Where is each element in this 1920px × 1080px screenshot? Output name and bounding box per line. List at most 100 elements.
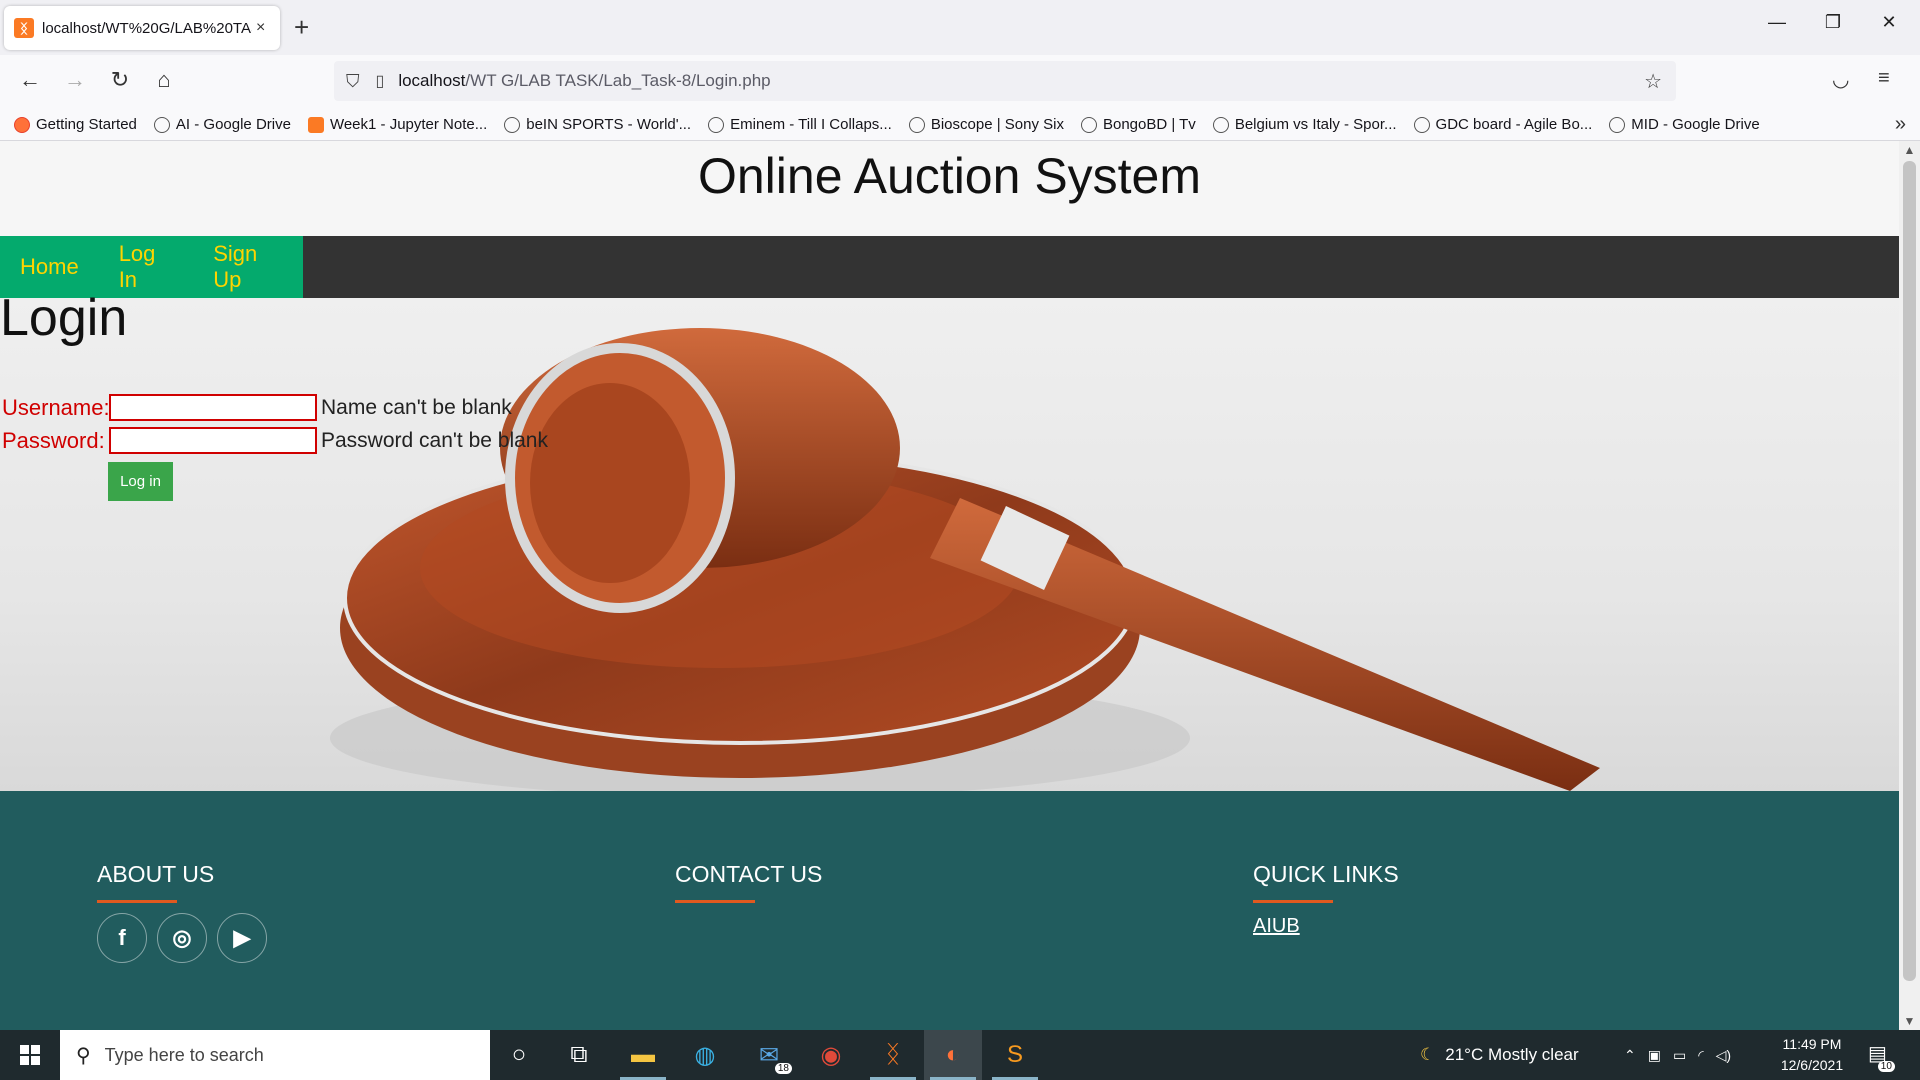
notification-icon[interactable]: ▤ 10 (1868, 1041, 1895, 1072)
close-tab-icon[interactable]: × (256, 19, 265, 37)
bookmark-item[interactable]: Belgium vs Italy - Spor... (1212, 116, 1397, 133)
forward-arrow-icon[interactable]: → (60, 67, 90, 93)
clock-date: 12/6/2021 (1780, 1057, 1844, 1073)
volume-icon[interactable]: ◁) (1716, 1047, 1731, 1064)
bookmarks-overflow-icon[interactable]: » (1895, 113, 1906, 136)
page-scrollbar[interactable]: ▲ ▼ (1899, 141, 1920, 1030)
close-window-button[interactable]: ✕ (1866, 12, 1912, 33)
globe-icon (1080, 116, 1097, 133)
minimize-button[interactable]: — (1754, 12, 1800, 33)
browser-tab[interactable]: ᛝ localhost/WT%20G/LAB%20TASK/Lab_Task-8… (4, 6, 280, 50)
footer-contact: CONTACT US (675, 861, 822, 903)
xampp-icon: ᛝ (14, 18, 34, 38)
footer-about: ABOUT US f ◎ ▶ (97, 861, 277, 963)
xampp-icon (307, 116, 324, 133)
social-links: f ◎ ▶ (97, 913, 277, 963)
menu-login-link[interactable]: Log In (119, 241, 174, 293)
gavel-background-image (0, 298, 1899, 791)
sublime-text-icon[interactable]: S (986, 1030, 1044, 1080)
menu-signup-link[interactable]: Sign Up (213, 241, 283, 293)
scroll-up-icon[interactable]: ▲ (1899, 143, 1920, 157)
menu-hamburger-icon[interactable]: ≡ (1878, 67, 1890, 90)
chrome-icon[interactable]: ◉ (802, 1030, 860, 1080)
scroll-down-icon[interactable]: ▼ (1899, 1014, 1920, 1028)
meet-now-icon[interactable]: ▣ (1648, 1047, 1661, 1064)
wifi-icon[interactable]: ◜ (1698, 1047, 1703, 1064)
tray-icons: ⌃ ▣ ▭ ◜ ◁) (1624, 1030, 1731, 1080)
task-view-icon[interactable]: ⧉ (550, 1030, 608, 1080)
url-text[interactable]: localhost/WT G/LAB TASK/Lab_Task-8/Login… (398, 71, 770, 91)
facebook-icon[interactable]: f (97, 913, 147, 963)
search-icon: ⚲ (76, 1044, 91, 1067)
notification-badge: 10 (1877, 1061, 1895, 1072)
xampp-icon[interactable]: ᛝ (864, 1030, 922, 1080)
windows-taskbar: ⚲ Type here to search ○ ⧉ ▬ ◍ ✉ 18 ◉ ᛝ ◐ … (0, 1030, 1920, 1080)
cortana-icon[interactable]: ○ (490, 1030, 548, 1080)
instagram-icon[interactable]: ◎ (157, 913, 207, 963)
reload-icon[interactable]: ↻ (105, 67, 135, 93)
bookmark-item[interactable]: BongoBD | Tv (1080, 116, 1196, 133)
accent-line (97, 900, 177, 903)
restore-button[interactable]: ❐ (1810, 12, 1856, 33)
globe-icon (1212, 116, 1229, 133)
username-error: Name can't be blank (321, 395, 512, 419)
globe-icon (1413, 116, 1430, 133)
pocket-icon[interactable]: ◡ (1832, 67, 1849, 92)
bookmark-item[interactable]: MID - Google Drive (1609, 116, 1760, 133)
quick-links-heading: QUICK LINKS (1253, 861, 1399, 887)
globe-icon (908, 116, 925, 133)
bookmark-item[interactable]: Getting Started (14, 116, 137, 133)
bookmark-label: AI - Google Drive (175, 116, 291, 133)
accent-line (675, 900, 755, 903)
new-tab-button[interactable]: + (294, 12, 309, 43)
browser-tab-bar: ᛝ localhost/WT%20G/LAB%20TASK/Lab_Task-8… (0, 0, 1920, 55)
main-menu: Home Log In Sign Up (0, 236, 1899, 298)
browser-nav-bar: ← → ↻ ⌂ ⛉ ▯ localhost/WT G/LAB TASK/Lab_… (0, 55, 1920, 109)
battery-icon[interactable]: ▭ (1673, 1047, 1686, 1064)
password-label: Password: (2, 427, 105, 453)
username-input[interactable] (109, 394, 317, 421)
youtube-icon[interactable]: ▶ (217, 913, 267, 963)
bookmark-item[interactable]: AI - Google Drive (153, 116, 291, 133)
bookmark-item[interactable]: Bioscope | Sony Six (908, 116, 1064, 133)
globe-icon (1609, 116, 1626, 133)
bookmark-item[interactable]: GDC board - Agile Bo... (1413, 116, 1593, 133)
mail-icon[interactable]: ✉ 18 (740, 1030, 798, 1080)
url-host: localhost (398, 71, 466, 90)
weather-widget[interactable]: ☾ 21°C Mostly clear (1420, 1030, 1579, 1080)
username-row: Username: Name can't be blank (2, 394, 512, 421)
aiub-link[interactable]: AIUB (1253, 915, 1399, 938)
bookmark-label: GDC board - Agile Bo... (1435, 116, 1593, 133)
file-explorer-icon[interactable]: ▬ (614, 1030, 672, 1080)
page-icon: ▯ (375, 73, 385, 90)
footer: ABOUT US f ◎ ▶ CONTACT US QUICK LINKS AI… (0, 791, 1899, 1030)
bookmark-item[interactable]: Eminem - Till I Collaps... (708, 116, 892, 133)
shield-icon[interactable]: ⛉ (346, 71, 360, 92)
gavel-illustration (330, 328, 1600, 791)
system-clock[interactable]: 11:49 PM 12/6/2021 (1766, 1034, 1858, 1076)
accent-line (1253, 900, 1333, 903)
password-error: Password can't be blank (321, 428, 548, 452)
chevron-up-icon[interactable]: ⌃ (1624, 1047, 1636, 1064)
taskbar-search-box[interactable]: ⚲ Type here to search (60, 1030, 490, 1080)
menu-home-link[interactable]: Home (20, 254, 79, 280)
bookmark-item[interactable]: beIN SPORTS - World'... (504, 116, 691, 133)
bookmark-label: Belgium vs Italy - Spor... (1234, 116, 1397, 133)
start-button[interactable] (0, 1030, 60, 1080)
contact-heading: CONTACT US (675, 861, 823, 887)
about-heading: ABOUT US (97, 861, 215, 887)
edge-icon[interactable]: ◍ (676, 1030, 734, 1080)
mail-badge: 18 (774, 1063, 792, 1074)
bookmark-label: MID - Google Drive (1631, 116, 1760, 133)
scroll-thumb[interactable] (1903, 161, 1916, 981)
globe-icon (153, 116, 170, 133)
firefox-icon[interactable]: ◐ (924, 1030, 982, 1080)
password-input[interactable] (109, 427, 317, 454)
home-icon[interactable]: ⌂ (149, 67, 179, 93)
bookmark-label: Week1 - Jupyter Note... (329, 116, 488, 133)
back-arrow-icon[interactable]: ← (15, 67, 45, 93)
address-bar[interactable]: ⛉ ▯ localhost/WT G/LAB TASK/Lab_Task-8/L… (334, 61, 1676, 101)
bookmark-item[interactable]: Week1 - Jupyter Note... (307, 116, 488, 133)
login-button[interactable]: Log in (108, 462, 173, 501)
bookmark-star-icon[interactable]: ☆ (1644, 69, 1662, 94)
